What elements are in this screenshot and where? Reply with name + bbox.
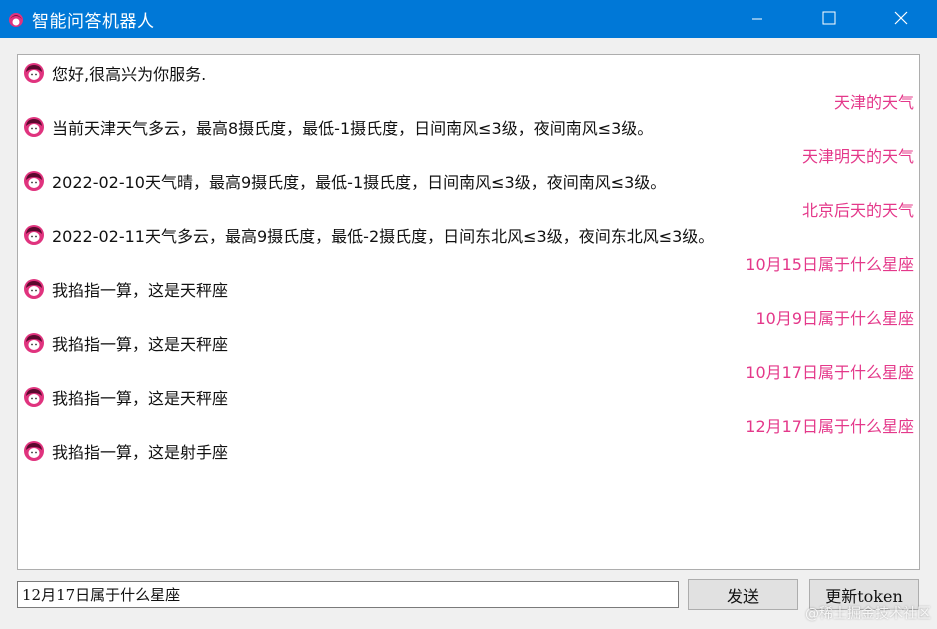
bot-message: 我掐指一算，这是天秤座 bbox=[18, 383, 919, 410]
bot-avatar-icon bbox=[23, 278, 45, 300]
user-message-text: 天津的天气 bbox=[833, 93, 914, 112]
bot-avatar-icon bbox=[23, 386, 45, 408]
user-message-text: 10月15日属于什么星座 bbox=[745, 255, 914, 274]
bot-message-text: 您好,很高兴为你服务. bbox=[52, 64, 207, 84]
user-message-text: 10月17日属于什么星座 bbox=[745, 363, 914, 382]
bot-message-text: 2022-02-10天气晴，最高9摄氏度，最低-1摄氏度，日间南风≤3级，夜间南… bbox=[52, 172, 667, 192]
send-button[interactable]: 发送 bbox=[688, 579, 798, 610]
minimize-icon bbox=[751, 10, 763, 29]
bot-avatar-icon bbox=[23, 62, 45, 84]
bot-avatar-icon bbox=[23, 440, 45, 462]
user-message: 12月17日属于什么星座 bbox=[18, 410, 919, 437]
title-bar: 智能问答机器人 bbox=[0, 0, 937, 38]
close-icon bbox=[894, 10, 908, 29]
bot-message: 我掐指一算，这是天秤座 bbox=[18, 329, 919, 356]
maximize-button[interactable] bbox=[793, 0, 865, 38]
user-message-text: 天津明天的天气 bbox=[801, 147, 914, 166]
user-message: 10月17日属于什么星座 bbox=[18, 356, 919, 383]
user-message: 天津的天气 bbox=[18, 86, 919, 113]
bot-message-text: 我掐指一算，这是天秤座 bbox=[52, 280, 229, 300]
chat-history[interactable]: 您好,很高兴为你服务. 天津的天气当前天津天气多云，最高8摄氏度，最低-1摄氏度，… bbox=[17, 54, 920, 570]
bot-message-text: 我掐指一算，这是射手座 bbox=[52, 442, 229, 462]
minimize-button[interactable] bbox=[721, 0, 793, 38]
user-message-text: 12月17日属于什么星座 bbox=[745, 417, 914, 436]
close-button[interactable] bbox=[865, 0, 937, 38]
bot-message: 2022-02-10天气晴，最高9摄氏度，最低-1摄氏度，日间南风≤3级，夜间南… bbox=[18, 167, 919, 194]
bot-message: 我掐指一算，这是天秤座 bbox=[18, 275, 919, 302]
watermark: @稀土掘金技术社区 bbox=[805, 606, 931, 622]
bot-avatar-icon bbox=[23, 332, 45, 354]
user-message: 天津明天的天气 bbox=[18, 140, 919, 167]
user-message-text: 北京后天的天气 bbox=[801, 201, 914, 220]
app-logo-icon bbox=[6, 9, 26, 29]
bot-message-text: 我掐指一算，这是天秤座 bbox=[52, 388, 229, 408]
bot-message: 我掐指一算，这是射手座 bbox=[18, 437, 919, 464]
user-message: 10月9日属于什么星座 bbox=[18, 302, 919, 329]
bot-message-text: 我掐指一算，这是天秤座 bbox=[52, 334, 229, 354]
question-input[interactable] bbox=[17, 581, 679, 608]
user-message-text: 10月9日属于什么星座 bbox=[755, 309, 914, 328]
bot-avatar-icon bbox=[23, 170, 45, 192]
bot-message-text: 当前天津天气多云，最高8摄氏度，最低-1摄氏度，日间南风≤3级，夜间南风≤3级。 bbox=[52, 118, 654, 138]
window-title: 智能问答机器人 bbox=[32, 11, 155, 32]
bot-avatar-icon bbox=[23, 224, 45, 246]
bot-avatar-icon bbox=[23, 116, 45, 138]
bot-message: 您好,很高兴为你服务. bbox=[18, 59, 919, 86]
user-message: 北京后天的天气 bbox=[18, 194, 919, 221]
bot-message: 当前天津天气多云，最高8摄氏度，最低-1摄氏度，日间南风≤3级，夜间南风≤3级。 bbox=[18, 113, 919, 140]
maximize-icon bbox=[822, 10, 836, 29]
bot-message-text: 2022-02-11天气多云，最高9摄氏度，最低-2摄氏度，日间东北风≤3级，夜… bbox=[52, 226, 715, 246]
user-message: 10月15日属于什么星座 bbox=[18, 248, 919, 275]
bot-message: 2022-02-11天气多云，最高9摄氏度，最低-2摄氏度，日间东北风≤3级，夜… bbox=[18, 221, 919, 248]
